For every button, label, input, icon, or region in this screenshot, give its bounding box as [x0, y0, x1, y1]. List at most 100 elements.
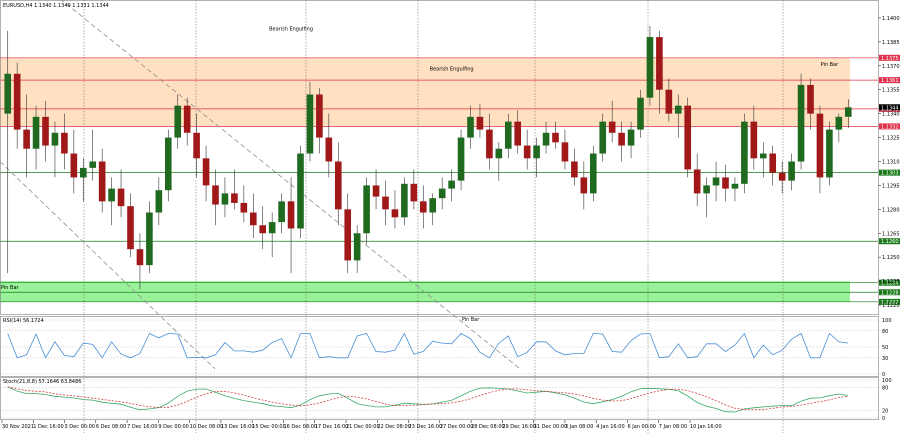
- stoch-tick-label: 80: [882, 386, 888, 392]
- candle-body: [514, 121, 522, 146]
- candle-body: [504, 121, 512, 149]
- candle-body: [693, 169, 701, 194]
- candle-body: [117, 188, 125, 207]
- time-tick-label: 16 Dec 08:00: [283, 424, 317, 430]
- candle-body: [835, 116, 843, 130]
- candle-body: [183, 105, 191, 133]
- time-tick-label: 6 Jan 00:00: [627, 424, 655, 430]
- time-tick-label: 21 Dec 00:00: [346, 424, 380, 430]
- candle-body: [42, 116, 49, 146]
- candle-body: [712, 177, 720, 186]
- candle-body: [146, 212, 153, 266]
- candle-body: [231, 193, 238, 203]
- candle-body: [259, 225, 267, 234]
- rsi-tick-label: 100: [882, 318, 892, 324]
- candle-body: [193, 132, 200, 159]
- rsi-tick-label: 80: [882, 329, 888, 335]
- price-tick-label: 1.1340: [882, 112, 900, 118]
- pattern-annotation: Pin Bar: [821, 62, 840, 68]
- candle-body: [656, 37, 663, 90]
- candle-body: [788, 161, 795, 181]
- candle-body: [731, 183, 739, 189]
- candle-body: [240, 202, 248, 213]
- candle-body: [316, 94, 323, 138]
- candle-body: [438, 188, 446, 199]
- level-tag-label: 1.1260: [881, 239, 899, 245]
- candle-body: [212, 185, 219, 205]
- candle-body: [476, 116, 484, 130]
- time-tick-label: 9 Dec 00:00: [158, 424, 188, 430]
- price-tick-label: 1.1355: [882, 88, 900, 94]
- candle-body: [561, 142, 569, 162]
- candle-body: [486, 129, 493, 159]
- candle-body: [467, 116, 474, 138]
- price-tick-label: 1.1295: [882, 183, 900, 189]
- time-tick-label: 27 Dec 00:00: [440, 424, 474, 430]
- candle-body: [816, 113, 824, 178]
- candle-body: [164, 137, 172, 191]
- candle-body: [202, 158, 210, 186]
- candle-body: [807, 84, 814, 114]
- candle-body: [627, 129, 635, 146]
- candle-body: [32, 116, 40, 149]
- time-tick-label: 10 Dec 08:00: [190, 424, 224, 430]
- candle-body: [769, 153, 777, 173]
- time-tick-label: 23 Dec 16:00: [409, 424, 443, 430]
- time-tick-label: 6 Dec 08:00: [96, 424, 126, 430]
- stoch-signal-line: [7, 386, 849, 411]
- price-tick-label: 1.1220: [882, 303, 900, 309]
- time-tick-label: 13 Dec 16:00: [221, 424, 255, 430]
- rsi-tick-label: 30: [882, 356, 888, 362]
- candle-body: [741, 121, 748, 184]
- stoch-tick-label: 0: [882, 416, 885, 422]
- candle-body: [533, 145, 540, 159]
- price-tick-label: 1.1265: [882, 231, 900, 237]
- candle-body: [552, 132, 559, 143]
- candle-body: [155, 190, 163, 213]
- main-header: EURUSD,H4 1.1340 1.1349 1.1331 1.1344: [3, 3, 109, 9]
- candle-body: [4, 73, 12, 114]
- candle-body: [334, 161, 342, 210]
- candle-body: [278, 201, 285, 223]
- time-tick-label: 3 Jan 08:00: [565, 424, 593, 430]
- candle-body: [637, 97, 644, 130]
- rsi-panel: 1008050300: [0, 318, 892, 378]
- candle-body: [419, 201, 427, 213]
- candle-body: [221, 193, 229, 205]
- time-tick-label: 28 Dec 08:00: [471, 424, 505, 430]
- candle-body: [108, 188, 115, 202]
- price-tick-label: 1.1280: [882, 207, 900, 213]
- candle-body: [287, 201, 295, 229]
- time-tick-label: 7 Jan 08:00: [659, 424, 687, 430]
- candle-body: [23, 129, 30, 149]
- stoch-header: Stoch(21,8,8) 57.1646 63.8486: [3, 379, 81, 385]
- candle-body: [448, 180, 455, 189]
- candle-body: [268, 222, 276, 234]
- candle-body: [571, 161, 578, 178]
- candle-body: [778, 172, 786, 181]
- candle-body: [495, 148, 503, 159]
- time-tick-label: 15 Dec 00:00: [252, 424, 286, 430]
- stoch-main-line: [7, 386, 849, 413]
- time-tick-label: 4 Jan 16:00: [596, 424, 624, 430]
- candle-body: [89, 161, 97, 168]
- candle-body: [618, 132, 625, 146]
- price-tick-label: 1.1370: [882, 64, 900, 70]
- time-tick-label: 29 Dec 16:00: [502, 424, 536, 430]
- price-tick-label: 1.1250: [882, 255, 900, 261]
- rsi-header: RSI(14) 56.1724: [3, 318, 44, 324]
- price-axis: 1.13751.13611.13431.13321.13031.12601.12…: [878, 16, 900, 309]
- price-tick-label: 1.1385: [882, 40, 900, 46]
- candle-body: [759, 153, 767, 159]
- candle-body: [457, 137, 465, 181]
- rsi-panel-border: [0, 316, 879, 377]
- candle-body: [608, 121, 616, 133]
- time-tick-label: 1 Dec 16:00: [33, 424, 63, 430]
- level-tag-label: 1.1332: [881, 124, 899, 130]
- candle-body: [61, 132, 68, 154]
- candle-body: [674, 105, 682, 114]
- candle-body: [249, 212, 257, 226]
- chart-canvas: Bearish Engulfing Pin Bar Bearish Engulfin…: [0, 0, 900, 433]
- time-tick-label: 31 Dec 00:00: [534, 424, 568, 430]
- candle-body: [127, 206, 134, 250]
